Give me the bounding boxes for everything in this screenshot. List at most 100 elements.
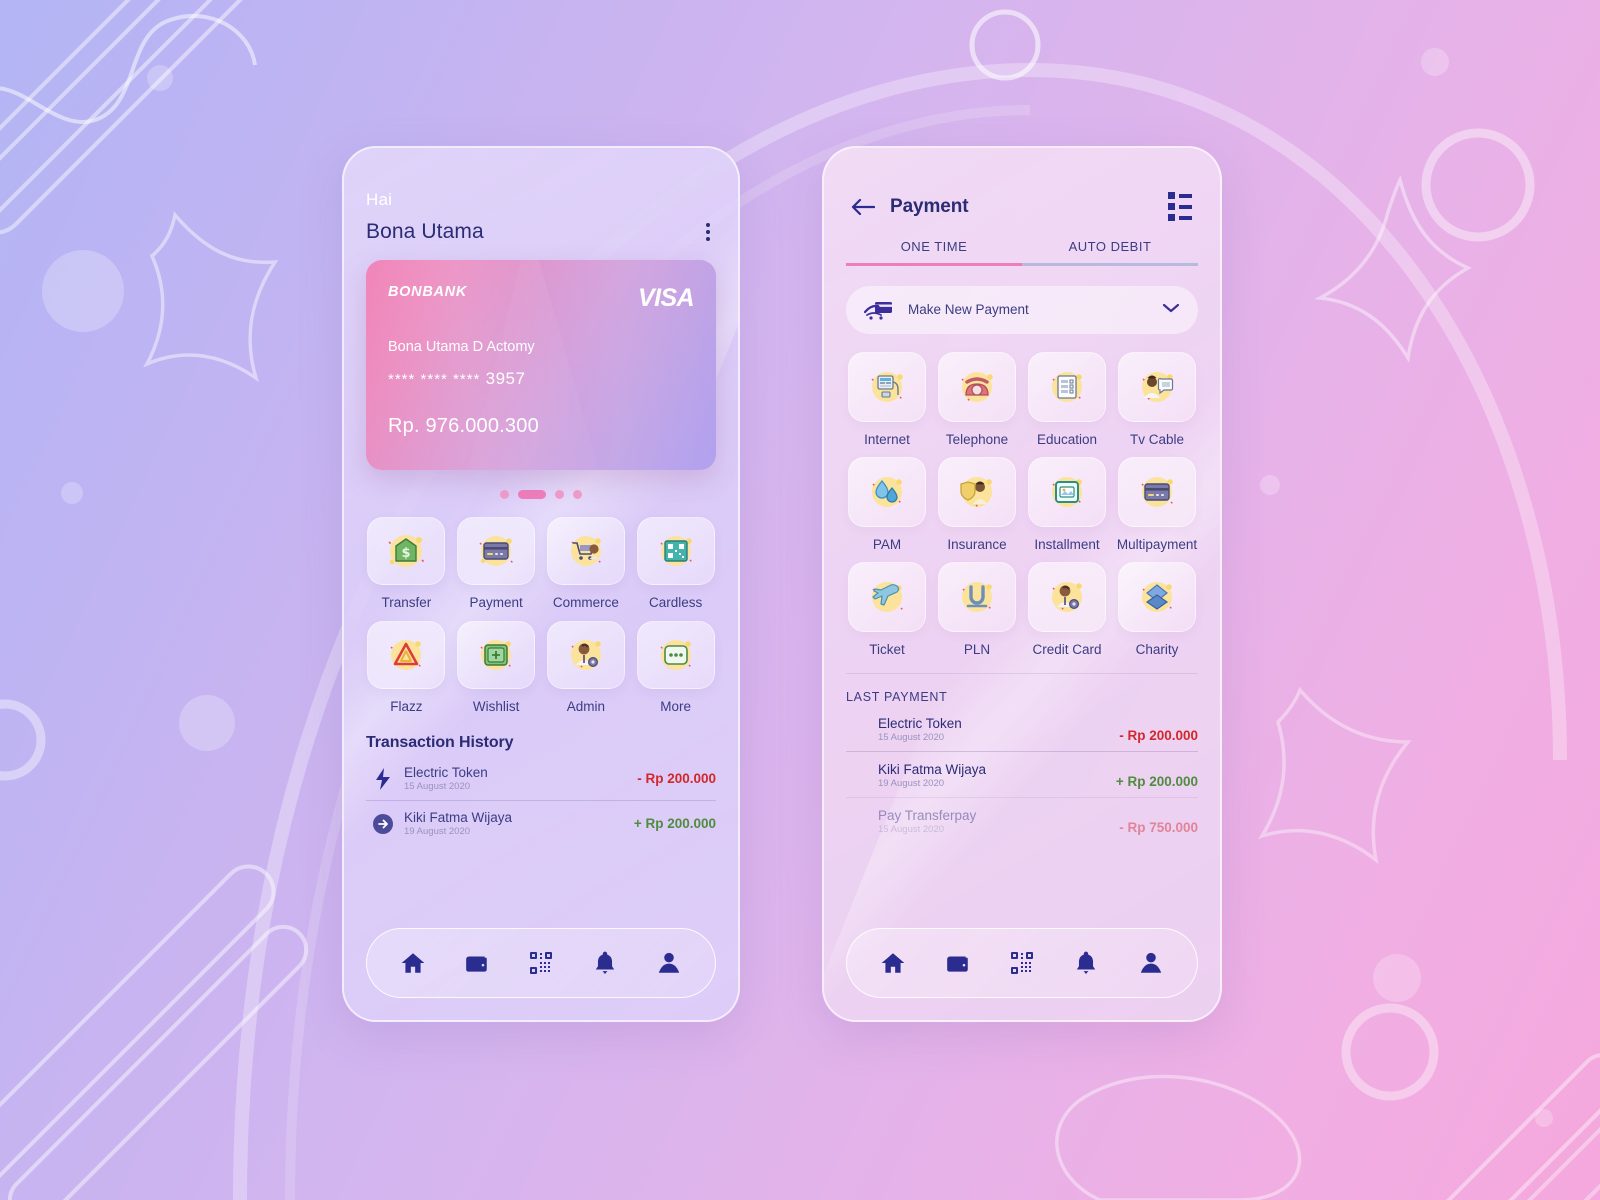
transaction-info: Kiki Fatma Wijaya 19 August 2020	[404, 810, 634, 837]
card-bank-name: BONBANK	[388, 284, 468, 300]
kebab-menu-icon[interactable]	[700, 220, 716, 244]
service-item-education[interactable]: Education	[1026, 351, 1108, 447]
nav-qr-button[interactable]	[520, 942, 562, 984]
payment-screen-content: Payment ONE TIME AUTO DEBIT Make New Pay…	[824, 148, 1220, 1020]
menu-item-admin[interactable]: Admin	[546, 621, 627, 714]
last-payment-row[interactable]: Kiki Fatma Wijaya 19 August 2020 + Rp 20…	[846, 750, 1198, 797]
service-item-pln[interactable]: PLN	[936, 561, 1018, 657]
menu-tile[interactable]	[546, 517, 625, 585]
carousel-dot[interactable]	[555, 490, 564, 499]
section-divider	[846, 672, 1198, 674]
tab-underline-active	[846, 263, 1022, 266]
person-gear-icon	[570, 640, 601, 670]
make-new-payment-dropdown[interactable]: Make New Payment	[846, 285, 1198, 334]
menu-tile[interactable]	[636, 621, 715, 689]
menu-item-more[interactable]: More	[635, 621, 716, 714]
credit-card[interactable]: BONBANK VISA Bona Utama D Actomy **** **…	[366, 260, 716, 470]
nav-notifications-button[interactable]	[1065, 942, 1107, 984]
menu-label: More	[660, 699, 691, 714]
tab-underline	[846, 263, 1198, 266]
nav-notifications-button[interactable]	[584, 942, 626, 984]
service-label: Installment	[1034, 536, 1100, 552]
card-frame-icon	[1052, 476, 1082, 507]
service-tile[interactable]	[1028, 351, 1106, 422]
service-item-charity[interactable]: Charity	[1116, 561, 1198, 657]
chevron-down-icon[interactable]	[1162, 301, 1180, 319]
transaction-info: Electric Token 15 August 2020	[404, 765, 637, 792]
menu-tile[interactable]	[546, 621, 625, 689]
background-decorations	[0, 0, 1600, 1200]
back-button[interactable]	[850, 194, 876, 220]
service-item-internet[interactable]: Internet	[846, 351, 928, 447]
transaction-row[interactable]: Electric Token 15 August 2020 - Rp 200.0…	[366, 756, 716, 800]
payment-tabs: ONE TIME AUTO DEBIT	[846, 239, 1198, 263]
nav-qr-button[interactable]	[1001, 942, 1043, 984]
menu-item-transfer[interactable]: $ Transfer	[366, 517, 447, 610]
checklist-icon	[1052, 371, 1082, 402]
service-tile[interactable]	[1028, 456, 1106, 527]
service-tile[interactable]	[938, 456, 1016, 527]
menu-tile[interactable]	[636, 517, 715, 585]
menu-item-cardless[interactable]: Cardless	[635, 517, 716, 610]
list-view-icon[interactable]	[1166, 190, 1194, 223]
last-payment-row[interactable]: Pay Transferpay 15 August 2020 - Rp 750.…	[846, 796, 1198, 843]
menu-label: Cardless	[648, 595, 703, 610]
last-payment-info: Kiki Fatma Wijaya 19 August 2020	[878, 762, 986, 789]
carousel-dot[interactable]	[500, 490, 509, 499]
service-item-tv-cable[interactable]: Tv Cable	[1116, 351, 1198, 447]
service-label: Multipayment	[1116, 536, 1198, 552]
menu-tile[interactable]	[457, 621, 536, 689]
nav-wallet-button[interactable]	[456, 942, 498, 984]
nav-home-button[interactable]	[872, 942, 914, 984]
transaction-row[interactable]: Kiki Fatma Wijaya 19 August 2020 + Rp 20…	[366, 800, 716, 845]
safe-box-icon	[480, 640, 512, 670]
menu-item-payment[interactable]: Payment	[456, 517, 537, 610]
visa-logo: VISA	[638, 284, 695, 312]
nav-wallet-button[interactable]	[937, 942, 979, 984]
service-tile[interactable]	[938, 561, 1016, 632]
service-item-pam[interactable]: PAM	[846, 456, 928, 552]
menu-label: Payment	[469, 595, 523, 610]
menu-item-wishlist[interactable]: Wishlist	[456, 621, 537, 714]
service-item-installment[interactable]: Installment	[1026, 456, 1108, 552]
water-drop-icon	[872, 476, 902, 507]
menu-tile[interactable]: $	[367, 517, 446, 585]
service-item-multipayment[interactable]: Multipayment	[1116, 456, 1198, 552]
service-label: Ticket	[869, 641, 905, 657]
carousel-dot-active[interactable]	[518, 490, 546, 499]
service-tile[interactable]	[848, 561, 926, 632]
bell-icon	[1077, 951, 1096, 974]
home-icon	[401, 953, 425, 973]
service-tile[interactable]	[1118, 351, 1196, 422]
service-tile[interactable]	[1028, 561, 1106, 632]
tab-one-time[interactable]: ONE TIME	[846, 239, 1022, 263]
nav-profile-button[interactable]	[1130, 942, 1172, 984]
menu-tile[interactable]	[457, 517, 536, 585]
warning-triangle-icon	[390, 640, 422, 670]
nav-home-button[interactable]	[392, 942, 434, 984]
menu-tile[interactable]	[367, 621, 446, 689]
service-item-credit-card[interactable]: Credit Card	[1026, 561, 1108, 657]
service-item-telephone[interactable]: Telephone	[936, 351, 1018, 447]
menu-item-commerce[interactable]: Commerce	[546, 517, 627, 610]
nav-profile-button[interactable]	[648, 942, 690, 984]
service-tile[interactable]	[1118, 561, 1196, 632]
service-tile[interactable]	[848, 456, 926, 527]
quick-menu-grid: $ Transfer Payment Commerce Cardless Fla…	[366, 517, 716, 714]
credit-card-icon	[1141, 476, 1173, 507]
service-tile[interactable]	[1118, 456, 1196, 527]
service-tile[interactable]	[848, 351, 926, 422]
service-item-insurance[interactable]: Insurance	[936, 456, 1018, 552]
carousel-dots[interactable]	[366, 490, 716, 499]
tab-auto-debit[interactable]: AUTO DEBIT	[1022, 239, 1198, 263]
last-payment-date: 15 August 2020	[878, 823, 945, 835]
card-number-last4: 3957	[485, 369, 526, 388]
menu-label: Admin	[566, 699, 605, 714]
menu-label: Commerce	[552, 595, 619, 610]
last-payment-row[interactable]: Electric Token 15 August 2020 - Rp 200.0…	[846, 706, 1198, 751]
service-item-ticket[interactable]: Ticket	[846, 561, 928, 657]
carousel-dot[interactable]	[573, 490, 582, 499]
menu-item-flazz[interactable]: Flazz	[366, 621, 447, 714]
service-tile[interactable]	[938, 351, 1016, 422]
service-label: Credit Card	[1032, 641, 1102, 657]
